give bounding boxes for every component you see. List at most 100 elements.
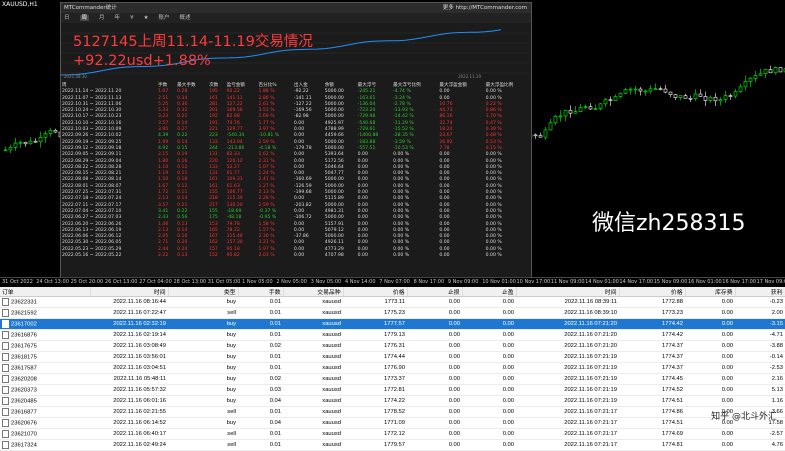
time-axis-label: 31 Oct 05:00 xyxy=(207,279,241,285)
weekly-cell: 2022.05.16 ~ 2022.05.22 xyxy=(62,253,122,259)
order-cell: -4.71 xyxy=(735,329,785,341)
order-cell: 2022.11.16 07:21:17 xyxy=(516,428,619,440)
order-cell: 0.00 xyxy=(685,340,735,352)
candle-body xyxy=(18,141,23,144)
mtc-menu-item[interactable]: 账户 xyxy=(159,15,170,21)
candle-body xyxy=(583,106,588,108)
order-id-cell: 23616877 xyxy=(0,406,90,418)
mtcommander-window[interactable]: MTCommander统计 更多 http://MTCommander.com … xyxy=(60,2,532,279)
candle-body xyxy=(568,110,573,114)
order-row[interactable]: 23617587 2022.11.16 03:04:51 buy 0.01 xauusd… xyxy=(0,362,785,374)
order-row[interactable]: 23616877 2022.11.16 02:21:55 sell 0.01 xauus… xyxy=(0,406,785,418)
order-cell: 0.00 xyxy=(685,307,735,319)
order-row[interactable]: 23620373 2022.11.16 05:57:32 buy 0.03 xauusd… xyxy=(0,384,785,396)
order-col-header[interactable]: 时间 xyxy=(90,287,169,297)
order-row[interactable]: 23621070 2022.11.16 06:40:17 sell 0.01 xauus… xyxy=(0,428,785,440)
time-axis: 31 Oct 2022 24 Oct 13:00 25 Oct 20:00 26 Oc… xyxy=(0,277,785,287)
time-axis-label: 14 Nov 01:00 xyxy=(585,279,619,285)
order-history-panel[interactable]: 订单 时间 类型 手数 交易品种 价格 止损 止盈 时间 价格 库存费 获利 23622331 2022… xyxy=(0,287,785,451)
order-cell: 0.00 xyxy=(685,395,735,407)
weekly-row[interactable]: 2022.05.16 ~ 2022.05.22 2.22 0.13 152 95.82 2… xyxy=(61,253,531,259)
order-cell: 0.01 xyxy=(238,406,283,418)
order-cell: 0.00 xyxy=(407,373,462,385)
candle-body xyxy=(578,107,583,112)
order-row[interactable]: 23620676 2022.11.16 06:14:52 buy 0.04 xauusd… xyxy=(0,417,785,429)
mtc-titlebar[interactable]: MTCommander统计 更多 http://MTCommander.com xyxy=(61,3,531,13)
order-cell: 0.00 xyxy=(462,428,516,440)
order-doc-icon xyxy=(2,408,9,416)
time-axis-label: 27 Oct 04:00 xyxy=(139,279,172,285)
order-col-header[interactable]: 价格 xyxy=(343,287,408,297)
time-axis-label: 8 Nov 17:00 xyxy=(413,279,445,285)
order-col-header[interactable]: 止盈 xyxy=(462,287,517,297)
order-cell: 1773.23 xyxy=(619,307,685,319)
mtc-menu-item[interactable]: ¥ xyxy=(130,15,134,21)
price-chart[interactable]: XAUUSD,H1 微信zh258315 MTCommander统计 更多 ht… xyxy=(0,0,785,279)
order-id-cell: 23616876 xyxy=(0,329,90,341)
order-row[interactable]: 23617002 2022.11.16 02:32:19 buy 0.01 xauusd… xyxy=(0,318,785,330)
candle-body xyxy=(608,99,613,102)
order-col-header[interactable]: 获利 xyxy=(735,287,785,297)
time-axis-label: 14 Nov 17:00 xyxy=(619,279,654,285)
order-cell: xauusd xyxy=(283,307,343,319)
mtc-menu-item[interactable]: 年 xyxy=(115,15,121,21)
order-id-cell: 23620485 xyxy=(0,395,90,407)
order-id: 23617324 xyxy=(11,442,37,449)
order-row[interactable]: 23617324 2022.11.16 02:49:24 sell 0.01 xauus… xyxy=(0,439,785,451)
order-row[interactable]: 23621592 2022.11.16 07:22:47 sell 0.01 xauus… xyxy=(0,307,785,319)
candle-body xyxy=(543,129,548,138)
order-col-header[interactable]: 交易品种 xyxy=(283,287,344,297)
order-id: 23620676 xyxy=(11,420,37,427)
order-cell: 0.00 xyxy=(685,296,735,308)
mtc-menu-item[interactable]: 概述 xyxy=(180,15,191,21)
order-history-table: 订单 时间 类型 手数 交易品种 价格 止损 止盈 时间 价格 库存费 获利 23622331 2022… xyxy=(0,287,785,451)
order-row[interactable]: 23616876 2022.11.16 02:19:14 buy 0.01 xauusd… xyxy=(0,329,785,341)
mtc-menu-item[interactable]: 月 xyxy=(99,15,105,21)
weekly-stats-table: 周手数 最大手数 次数 盈亏金额 百分比% 出入金 余额 最大浮亏 最大浮亏比例 最大浮盈金额 最大… xyxy=(61,83,531,259)
order-cell: xauusd xyxy=(283,362,343,374)
order-cell: 2.00 xyxy=(735,307,785,319)
order-cell: 2022.11.16 03:04:51 xyxy=(90,362,168,374)
order-cell: 1776.31 xyxy=(343,340,407,352)
order-col-header[interactable]: 价格 xyxy=(619,287,686,297)
order-cell: 1774.42 xyxy=(619,318,685,330)
order-row[interactable]: 23620485 2022.11.16 06:01:16 buy 0.04 xauusd… xyxy=(0,395,785,407)
time-axis-label: 16 Nov 17:00 xyxy=(722,279,757,285)
order-col-header[interactable]: 手数 xyxy=(238,287,284,297)
order-id-cell: 23617324 xyxy=(0,439,90,451)
order-cell: xauusd xyxy=(283,296,343,308)
order-row[interactable]: 23617675 2022.11.16 03:08:49 buy 0.02 xauusd… xyxy=(0,340,785,352)
order-cell: 0.00 xyxy=(407,318,462,330)
order-cell: 0.01 xyxy=(238,351,283,363)
order-doc-icon xyxy=(2,419,9,427)
mtc-menu-item[interactable]: 周 xyxy=(79,15,90,21)
time-axis-label: 4 Nov 14:00 xyxy=(345,279,376,285)
order-cell: 0.04 xyxy=(238,395,283,407)
order-col-header[interactable]: 库存费 xyxy=(685,287,736,297)
order-cell: xauusd xyxy=(283,373,343,385)
candle-body xyxy=(763,69,768,75)
mtc-menu-item[interactable]: ★ xyxy=(144,15,149,21)
order-row[interactable]: 23622331 2022.11.16 08:16:44 buy 0.01 xauusd… xyxy=(0,296,785,308)
order-doc-icon xyxy=(2,342,9,350)
order-col-header[interactable]: 时间 xyxy=(516,287,620,297)
order-cell: 1774.45 xyxy=(619,373,685,385)
candle-body xyxy=(33,140,38,143)
order-col-header[interactable]: 订单 xyxy=(0,287,91,297)
mtc-menu-item[interactable]: 日 xyxy=(64,15,70,21)
mtc-site-link[interactable]: 更多 http://MTCommander.com xyxy=(443,3,527,13)
order-doc-icon xyxy=(2,298,9,306)
candle-body xyxy=(628,88,633,91)
order-cell: 0.01 xyxy=(238,329,283,341)
order-col-header[interactable]: 类型 xyxy=(168,287,239,297)
weekly-cell: 0.00 % xyxy=(485,253,502,259)
order-id: 23618175 xyxy=(11,354,37,361)
order-cell: 1772.81 xyxy=(343,384,407,396)
order-id: 23617002 xyxy=(11,321,37,328)
candle-body xyxy=(768,69,773,74)
order-col-header[interactable]: 止损 xyxy=(407,287,463,297)
order-row[interactable]: 23618175 2022.11.16 03:56:01 buy 0.01 xauusd… xyxy=(0,351,785,363)
order-row[interactable]: 23620208 2022.11.16 05:48:11 buy 0.02 xauusd… xyxy=(0,373,785,385)
order-doc-icon xyxy=(2,375,9,383)
candle-body xyxy=(28,140,33,145)
